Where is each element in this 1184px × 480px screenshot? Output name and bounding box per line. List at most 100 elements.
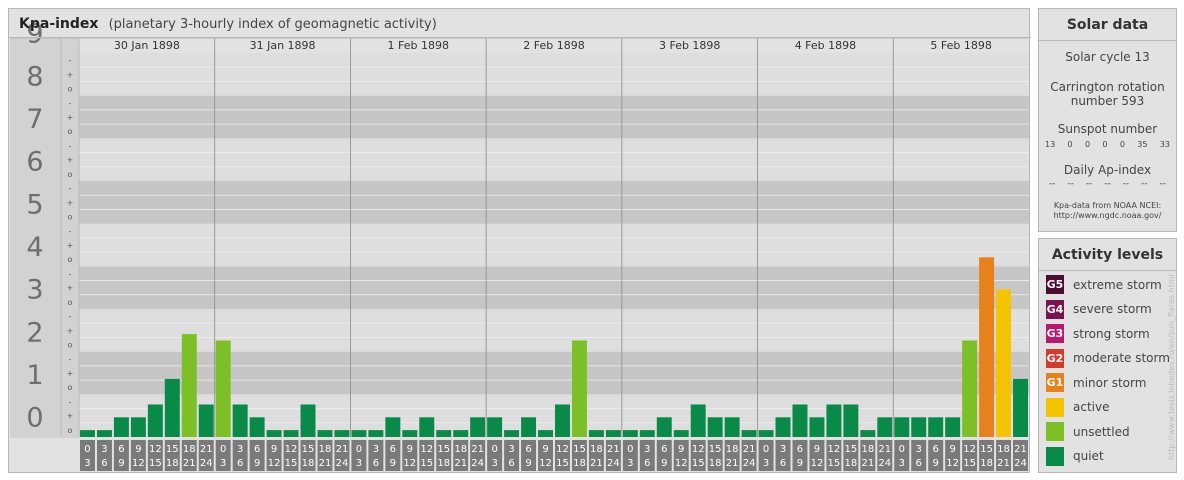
legend-item-strong-storm: G3 strong storm (1046, 324, 1170, 343)
carrington-rotation-line2: number 593 (1070, 94, 1145, 108)
time-start-label: 18 (861, 444, 874, 455)
time-end-label: 9 (797, 458, 803, 469)
kp-bar (232, 404, 248, 437)
time-end-label: 6 (644, 458, 650, 469)
ap-value: -- (1122, 179, 1130, 189)
kp-bar (571, 340, 587, 437)
legend-swatch (1046, 422, 1064, 441)
time-start-label: 0 (899, 444, 905, 455)
time-start-label: 9 (271, 444, 277, 455)
time-end-label: 24 (1014, 458, 1027, 469)
y-minor-tick-label: - (69, 141, 72, 150)
time-start-label: 21 (743, 444, 756, 455)
time-end-label: 24 (200, 458, 213, 469)
time-start-label: 12 (285, 444, 298, 455)
time-end-label: 15 (692, 458, 705, 469)
legend-swatch: G2 (1046, 348, 1064, 368)
time-end-label: 9 (525, 458, 531, 469)
time-start-label: 15 (437, 444, 450, 455)
y-minor-tick-label: o (68, 213, 73, 222)
watermark: http://www.tesis.lebedev.ru/en/sun_flare… (1167, 274, 1176, 460)
time-end-label: 3 (899, 458, 905, 469)
kpa-chart-panel: 0 1 2 3 4 5 6 7 8 9 o + - o + - o + - o + - o + - o + - o + - o + - o + -30 … (8, 8, 1031, 473)
time-end-label: 6 (101, 458, 107, 469)
y-minor-tick-label: o (68, 383, 73, 392)
kp-bar (673, 430, 689, 437)
kp-bar (249, 417, 265, 437)
y-minor-tick-label: + (67, 241, 74, 250)
kp-band (79, 266, 1029, 309)
time-start-label: 18 (319, 444, 332, 455)
kp-bar (1013, 378, 1028, 437)
time-end-label: 6 (508, 458, 514, 469)
legend-label: quiet (1073, 449, 1104, 463)
time-end-label: 18 (980, 458, 993, 469)
time-start-label: 18 (454, 444, 467, 455)
data-source-link[interactable]: http://www.ngdc.noaa.gov/ (1039, 211, 1176, 221)
kp-bar (741, 430, 757, 437)
activity-levels-panel: Activity levels G5 extreme storm G4 seve… (1038, 238, 1177, 473)
legend-item-unsettled: unsettled (1046, 422, 1170, 441)
kp-bar (656, 417, 672, 437)
kp-band (79, 138, 1029, 181)
solar-data-heading: Solar data (1066, 17, 1149, 33)
sunspot-values: 13 0 0 0 0 35 33 (1039, 140, 1176, 149)
time-start-label: 12 (420, 444, 433, 455)
time-end-label: 15 (285, 458, 298, 469)
kp-bar (198, 404, 214, 437)
time-end-label: 24 (471, 458, 484, 469)
kp-bar (453, 430, 469, 437)
kp-bar (877, 417, 893, 437)
time-start-label: 0 (220, 444, 226, 455)
sunspot-value: 0 (1102, 140, 1108, 149)
time-end-label: 21 (997, 458, 1010, 469)
legend-label: moderate storm (1073, 351, 1170, 365)
time-end-label: 9 (118, 458, 124, 469)
y-tick-label: 2 (26, 317, 43, 348)
time-end-label: 15 (149, 458, 162, 469)
time-start-label: 6 (118, 444, 124, 455)
y-minor-tick-label: - (69, 397, 72, 406)
time-start-label: 3 (508, 444, 514, 455)
kp-bar (487, 417, 503, 437)
kp-bar (470, 417, 486, 437)
kp-bar (538, 430, 553, 437)
y-minor-tick-label: + (67, 369, 74, 378)
time-start-label: 6 (390, 444, 396, 455)
y-minor-tick-label: + (67, 70, 74, 79)
kp-bar (300, 404, 316, 437)
y-tick-label: 0 (26, 403, 43, 434)
time-start-label: 18 (997, 444, 1010, 455)
time-end-label: 9 (390, 458, 396, 469)
day-label: 5 Feb 1898 (930, 39, 991, 52)
time-start-label: 15 (709, 444, 722, 455)
kp-bar (521, 417, 537, 437)
time-start-label: 3 (373, 444, 379, 455)
time-end-label: 9 (933, 458, 939, 469)
time-start-label: 9 (407, 444, 413, 455)
data-source-note: Kpa-data from NOAA NCEI: http://www.ngdc… (1039, 201, 1176, 221)
kp-band (79, 223, 1029, 267)
ap-value: -- (1067, 179, 1074, 189)
kp-bar (351, 430, 367, 437)
time-start-label: 3 (101, 444, 107, 455)
ap-value: -- (1104, 179, 1111, 189)
legend-label: strong storm (1073, 326, 1150, 341)
time-end-label: 9 (661, 458, 667, 469)
time-end-label: 21 (861, 458, 874, 469)
time-start-label: 0 (84, 444, 90, 455)
time-start-label: 9 (678, 444, 684, 455)
chart-title-main: Kpa-index (19, 16, 99, 32)
kp-bar (605, 430, 621, 437)
time-start-label: 6 (933, 444, 939, 455)
day-label: 30 Jan 1898 (114, 39, 180, 52)
time-end-label: 6 (780, 458, 786, 469)
legend-swatch: G5 (1046, 275, 1064, 294)
time-start-label: 0 (356, 444, 362, 455)
chart-title: Kpa-index (planetary 3-hourly index of g… (19, 16, 437, 32)
time-start-label: 21 (1014, 444, 1027, 455)
time-end-label: 6 (373, 458, 379, 469)
kp-bar (80, 430, 95, 437)
kp-bar (792, 404, 808, 437)
data-source-line1: Kpa-data from NOAA NCEI: (1053, 201, 1162, 210)
